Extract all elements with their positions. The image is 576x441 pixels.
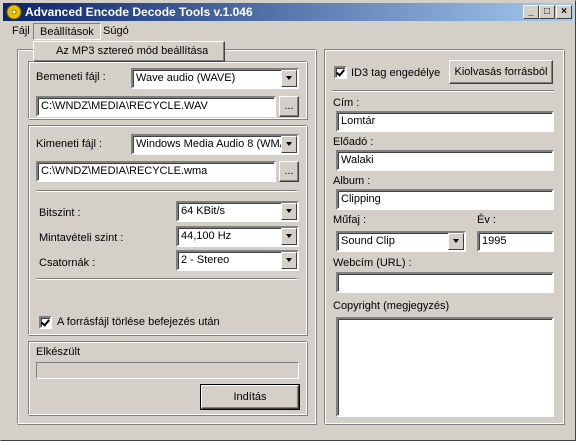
progress-bar xyxy=(36,362,299,379)
output-browse-button[interactable]: ... xyxy=(279,161,299,182)
disc-app-icon xyxy=(6,4,22,20)
channels-label: Csatornák : xyxy=(39,257,96,269)
genre-select[interactable]: Sound Clip xyxy=(336,231,466,252)
channels-select[interactable]: 2 - Stereo xyxy=(176,250,299,271)
menu-help[interactable]: Súgó xyxy=(97,23,135,40)
status-label: Elkészült xyxy=(36,346,81,358)
menu-file[interactable]: Fájl xyxy=(6,23,36,40)
start-button[interactable]: Indítás xyxy=(200,384,300,410)
artist-label: Előadó : xyxy=(333,136,374,148)
artist-field[interactable]: Walaki xyxy=(336,150,554,171)
genre-value: Sound Clip xyxy=(341,235,395,247)
samplerate-value: 44,100 Hz xyxy=(181,230,232,242)
output-file-label: Kimeneti fájl : xyxy=(36,138,103,150)
url-label: Webcím (URL) : xyxy=(333,257,412,269)
id3-enable-checkbox[interactable] xyxy=(334,66,347,79)
title-bar[interactable]: Advanced Encode Decode Tools v.1.046 _ □… xyxy=(3,3,573,21)
menu-item-mp3-stereo-mode[interactable]: Az MP3 sztereó mód beállítása xyxy=(33,41,225,62)
maximize-button[interactable]: □ xyxy=(539,5,555,19)
id3-enable-label: ID3 tag engedélye xyxy=(351,67,441,79)
menu-settings[interactable]: Beállítások xyxy=(33,23,101,40)
divider xyxy=(332,90,554,92)
year-field[interactable]: 1995 xyxy=(477,231,554,252)
chevron-down-icon[interactable] xyxy=(281,228,297,245)
input-format-select[interactable]: Wave audio (WAVE) xyxy=(131,68,299,89)
output-path-field[interactable]: C:\WNDZ\MEDIA\RECYCLE.wma xyxy=(36,161,276,182)
year-label: Év : xyxy=(477,214,496,226)
bitrate-value: 64 KBit/s xyxy=(181,205,226,217)
close-button[interactable]: × xyxy=(556,5,572,19)
menu-bar: Fájl Beállítások Súgó xyxy=(3,22,573,41)
input-file-label: Bemeneti fájl : xyxy=(36,71,106,83)
input-browse-button[interactable]: ... xyxy=(279,96,299,117)
album-label: Album : xyxy=(333,175,371,187)
input-path-field[interactable]: C:\WNDZ\MEDIA\RECYCLE.WAV xyxy=(36,96,276,117)
copyright-textarea[interactable] xyxy=(336,317,554,417)
title-label: Cím : xyxy=(333,97,360,109)
divider xyxy=(36,190,297,192)
delete-source-checkbox[interactable] xyxy=(39,316,52,329)
app-window: Advanced Encode Decode Tools v.1.046 _ □… xyxy=(0,0,576,441)
samplerate-select[interactable]: 44,100 Hz xyxy=(176,226,299,247)
chevron-down-icon[interactable] xyxy=(281,136,297,153)
input-format-value: Wave audio (WAVE) xyxy=(136,72,236,84)
channels-value: 2 - Stereo xyxy=(181,254,230,266)
url-field[interactable] xyxy=(336,272,554,293)
delete-source-label: A forrásfájl törlése befejezés után xyxy=(57,316,220,328)
output-format-value: Windows Media Audio 8 (WMA xyxy=(136,138,287,150)
read-from-source-button[interactable]: Kiolvasás forrásból xyxy=(449,60,553,84)
chevron-down-icon[interactable] xyxy=(281,70,297,87)
title-field[interactable]: Lomtár xyxy=(336,111,554,132)
chevron-down-icon[interactable] xyxy=(281,203,297,220)
copyright-label: Copyright (megjegyzés) xyxy=(333,300,450,312)
samplerate-label: Mintavételi szint : xyxy=(39,232,124,244)
chevron-down-icon[interactable] xyxy=(281,252,297,269)
bitrate-label: Bitszint : xyxy=(39,207,81,219)
output-format-select[interactable]: Windows Media Audio 8 (WMA xyxy=(131,134,299,155)
minimize-button[interactable]: _ xyxy=(523,5,539,19)
window-title: Advanced Encode Decode Tools v.1.046 xyxy=(25,5,253,19)
genre-label: Műfaj : xyxy=(333,214,367,226)
album-field[interactable]: Clipping xyxy=(336,189,554,210)
divider xyxy=(36,278,297,280)
chevron-down-icon[interactable] xyxy=(448,233,464,250)
bitrate-select[interactable]: 64 KBit/s xyxy=(176,201,299,222)
